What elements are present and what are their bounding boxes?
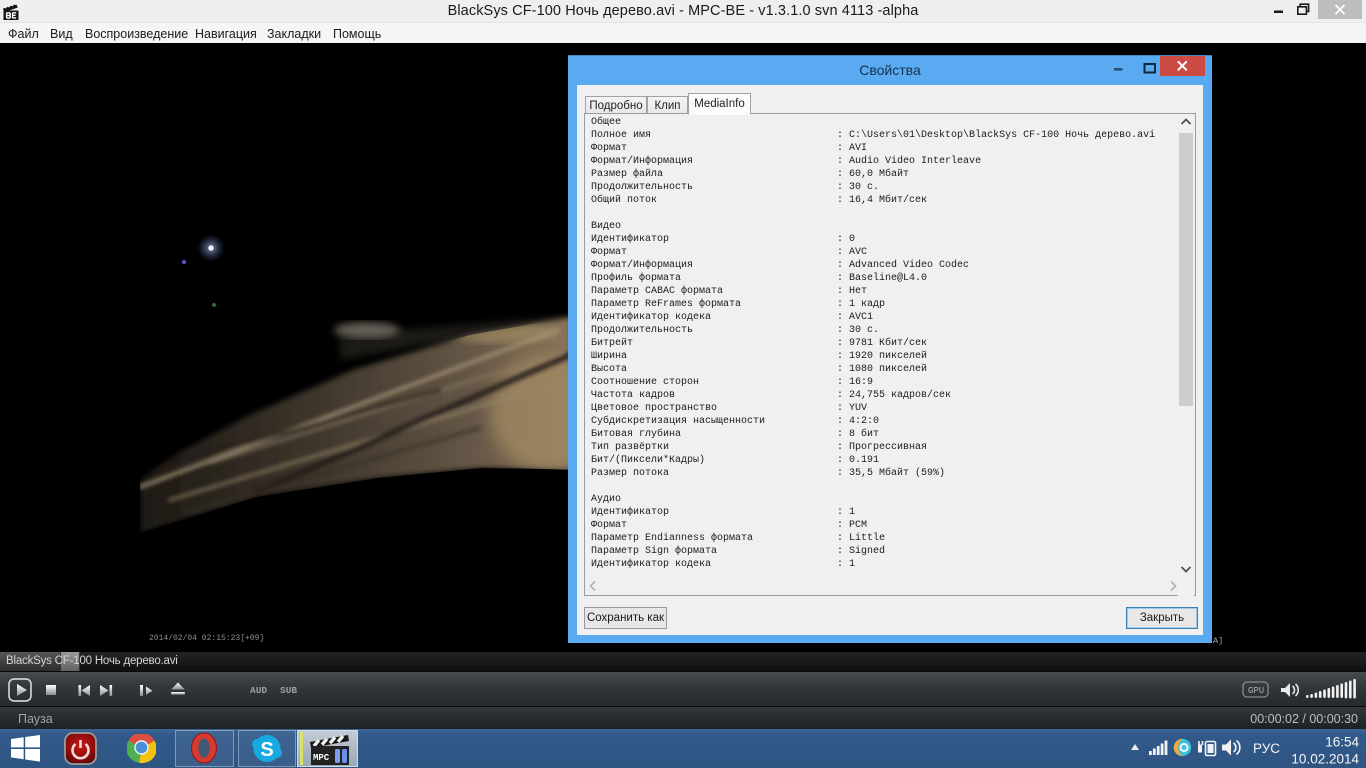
svg-text:GPU: GPU — [1248, 686, 1264, 696]
svg-text:MPC: MPC — [313, 753, 330, 763]
svg-text:10.02.2014: 10.02.2014 — [1291, 752, 1359, 767]
svg-text:A]: A] — [1213, 636, 1223, 646]
svg-text:SUB: SUB — [280, 685, 297, 696]
svg-text:16:54: 16:54 — [1325, 735, 1359, 750]
svg-text:S: S — [260, 739, 273, 761]
svg-text:2014/02/04 02:15:23[+09]: 2014/02/04 02:15:23[+09] — [149, 634, 264, 643]
svg-text:РУС: РУС — [1253, 741, 1280, 756]
svg-text:AUD: AUD — [250, 685, 267, 696]
